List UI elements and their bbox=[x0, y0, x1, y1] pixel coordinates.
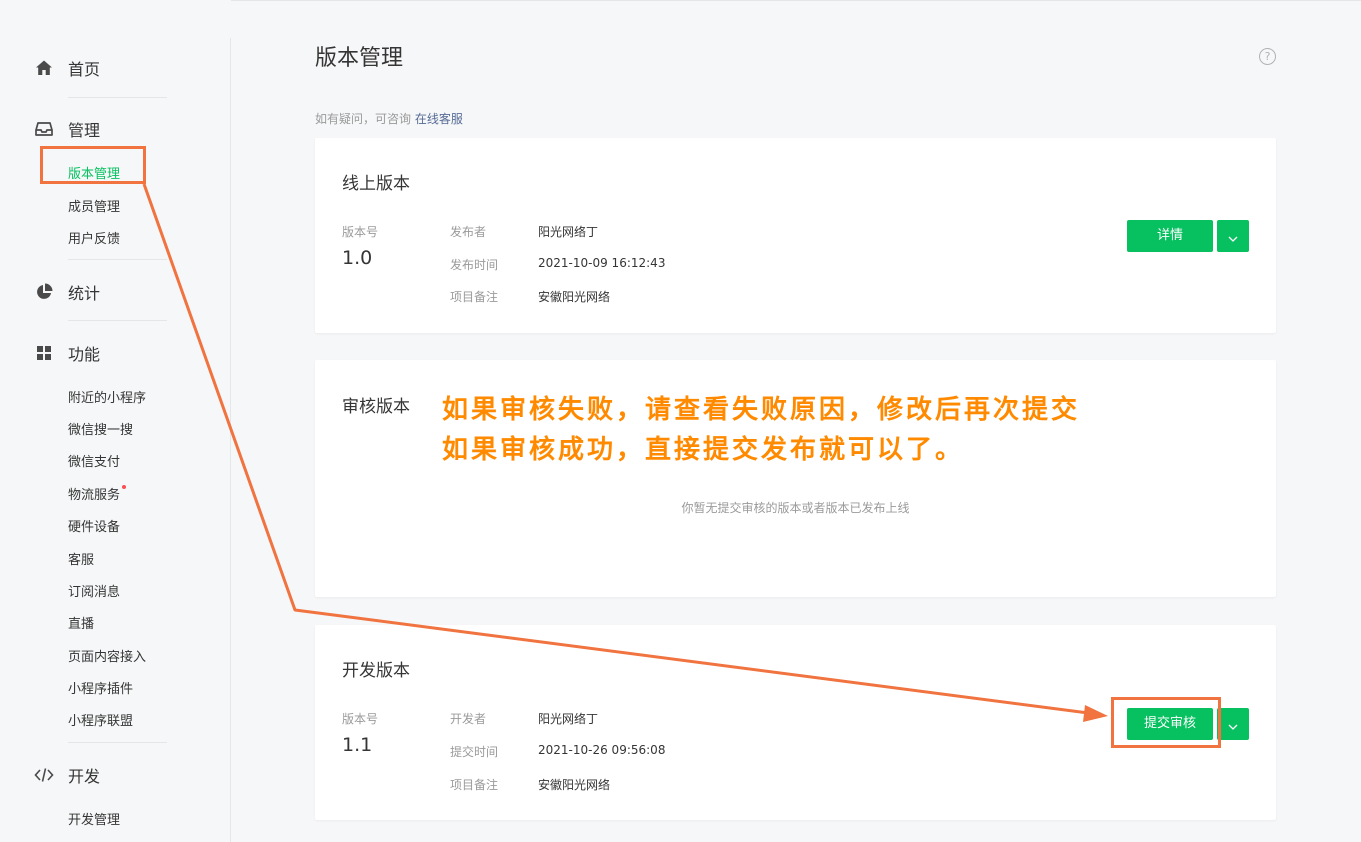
annotation-line-1: 如果审核失败，请查看失败原因，修改后再次提交 bbox=[442, 395, 1081, 425]
sidebar-item-wechat-pay[interactable]: 微信支付 bbox=[68, 451, 120, 470]
pie-chart-icon bbox=[34, 282, 54, 302]
sidebar-item-logistics[interactable]: 物流服务 bbox=[68, 484, 127, 503]
sidebar-item-alliance[interactable]: 小程序联盟 bbox=[68, 710, 133, 729]
dev-version-number: 1.1 bbox=[342, 734, 373, 756]
online-more-dropdown[interactable] bbox=[1217, 220, 1249, 252]
annotation-line-2: 如果审核成功，直接提交发布就可以了。 bbox=[442, 435, 965, 465]
sidebar-home-label: 首页 bbox=[68, 60, 101, 79]
online-service-link[interactable]: 在线客服 bbox=[415, 112, 463, 126]
sidebar-item-subscribe-message[interactable]: 订阅消息 bbox=[68, 581, 120, 600]
online-publish-time-value: 2021-10-09 16:12:43 bbox=[538, 256, 666, 270]
question-circle-icon[interactable]: ? bbox=[1259, 48, 1276, 65]
details-button[interactable]: 详情 bbox=[1127, 220, 1213, 252]
sidebar-item-logistics-label: 物流服务 bbox=[68, 488, 121, 503]
online-version-title: 线上版本 bbox=[342, 174, 410, 194]
help-hint: 如有疑问，可咨询 在线客服 bbox=[315, 110, 463, 127]
online-version-number: 1.0 bbox=[342, 247, 373, 269]
grid-icon bbox=[34, 343, 54, 363]
sidebar-item-dev-manage[interactable]: 开发管理 bbox=[68, 809, 120, 828]
sidebar-features-label: 功能 bbox=[68, 345, 101, 364]
help-hint-text: 如有疑问，可咨询 bbox=[315, 112, 412, 126]
dev-version-number-label: 版本号 bbox=[342, 712, 379, 726]
sidebar-stats-label: 统计 bbox=[68, 284, 101, 303]
review-version-title: 审核版本 bbox=[342, 397, 410, 417]
sidebar-divider bbox=[68, 97, 167, 98]
red-dot-badge bbox=[122, 485, 127, 489]
chevron-down-icon bbox=[1228, 715, 1238, 734]
review-empty-text: 你暂无提交审核的版本或者版本已发布上线 bbox=[681, 501, 910, 515]
sidebar-dev-label: 开发 bbox=[68, 767, 101, 786]
sidebar-item-live[interactable]: 直播 bbox=[68, 613, 94, 632]
sidebar: 首页 管理 版本管理 成员管理 用户反馈 统计 功能 附近的小程序 微信搜一搜 … bbox=[0, 0, 231, 842]
dev-developer-value: 阳光网络丁 bbox=[538, 712, 599, 726]
sidebar-divider bbox=[68, 320, 167, 321]
dev-submit-time-label: 提交时间 bbox=[450, 745, 499, 759]
sidebar-item-page-content[interactable]: 页面内容接入 bbox=[68, 646, 146, 665]
inbox-icon bbox=[34, 119, 54, 139]
sidebar-dev[interactable]: 开发 bbox=[34, 763, 100, 787]
online-remark-value: 安徽阳光网络 bbox=[538, 290, 611, 304]
home-icon bbox=[34, 58, 54, 78]
highlight-box-submit-review bbox=[1111, 697, 1221, 748]
online-version-number-label: 版本号 bbox=[342, 225, 379, 239]
sidebar-features[interactable]: 功能 bbox=[34, 341, 100, 365]
sidebar-home[interactable]: 首页 bbox=[34, 56, 100, 80]
code-icon bbox=[34, 765, 54, 785]
sidebar-border bbox=[230, 38, 231, 842]
dev-version-title: 开发版本 bbox=[342, 661, 410, 681]
sidebar-item-user-feedback[interactable]: 用户反馈 bbox=[68, 228, 120, 247]
sidebar-item-plugins[interactable]: 小程序插件 bbox=[68, 678, 133, 697]
online-remark-label: 项目备注 bbox=[450, 290, 499, 304]
sidebar-item-wechat-search[interactable]: 微信搜一搜 bbox=[68, 419, 133, 438]
dev-submit-time-value: 2021-10-26 09:56:08 bbox=[538, 743, 666, 757]
page-title: 版本管理 bbox=[315, 46, 404, 71]
sidebar-item-member-manage[interactable]: 成员管理 bbox=[68, 196, 120, 215]
sidebar-item-hardware[interactable]: 硬件设备 bbox=[68, 516, 120, 535]
sidebar-manage-label: 管理 bbox=[68, 121, 101, 140]
dev-remark-label: 项目备注 bbox=[450, 778, 499, 792]
online-publisher-value: 阳光网络丁 bbox=[538, 225, 599, 239]
sidebar-divider bbox=[68, 259, 167, 260]
online-publish-time-label: 发布时间 bbox=[450, 258, 499, 272]
highlight-box-version-manage bbox=[40, 146, 146, 184]
dev-developer-label: 开发者 bbox=[450, 712, 487, 726]
sidebar-item-customer-service[interactable]: 客服 bbox=[68, 549, 94, 568]
sidebar-item-nearby[interactable]: 附近的小程序 bbox=[68, 387, 146, 406]
dev-remark-value: 安徽阳光网络 bbox=[538, 778, 611, 792]
chevron-down-icon bbox=[1228, 227, 1238, 246]
online-publisher-label: 发布者 bbox=[450, 225, 487, 239]
sidebar-stats[interactable]: 统计 bbox=[34, 280, 100, 304]
dev-more-dropdown[interactable] bbox=[1217, 708, 1249, 740]
online-version-card: 线上版本 版本号 1.0 发布者 阳光网络丁 发布时间 2021-10-09 1… bbox=[315, 138, 1276, 333]
sidebar-manage[interactable]: 管理 bbox=[34, 117, 100, 141]
sidebar-divider bbox=[68, 742, 167, 743]
